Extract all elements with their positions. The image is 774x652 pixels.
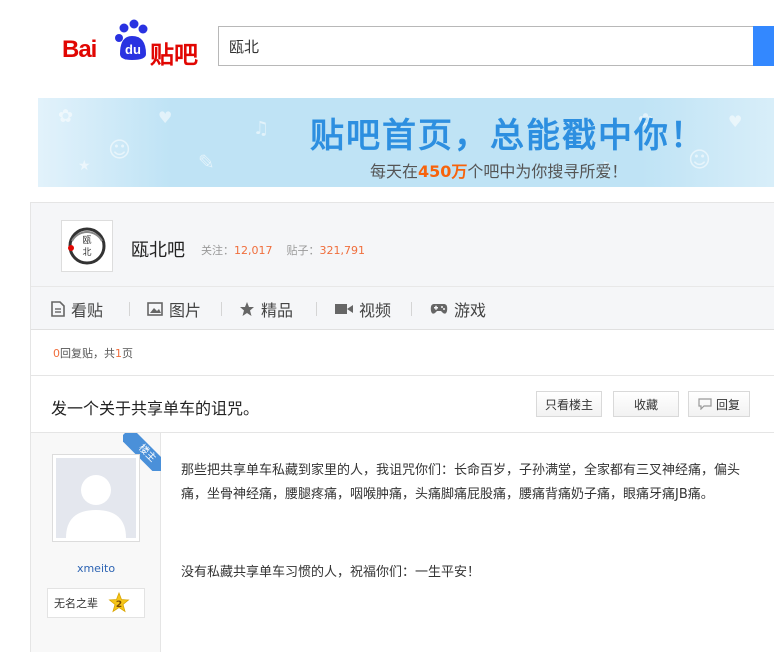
reply-label: 回复贴，共 bbox=[60, 347, 115, 360]
author-column: 楼主 xmeito 无名之辈 2 bbox=[31, 433, 161, 652]
forum-name[interactable]: 瓯北吧 bbox=[131, 236, 185, 262]
document-icon bbox=[51, 301, 65, 317]
baidu-tieba-logo[interactable]: Bai du 贴吧 bbox=[62, 18, 202, 69]
reply-button-label: 回复 bbox=[715, 397, 740, 412]
tab-label: 视频 bbox=[359, 301, 392, 320]
banner-deco-icon: ☺ bbox=[108, 138, 131, 163]
post-paragraph: 没有私藏共享单车习惯的人，祝福你们：一生平安！ bbox=[181, 565, 481, 580]
post-content: 那些把共享单车私藏到家里的人，我诅咒你们：长命百岁，子孙满堂，全家都有三叉神经痛… bbox=[181, 459, 751, 639]
reply-button[interactable]: 回复 bbox=[688, 391, 750, 417]
forum-logo-icon: 瓯 北 bbox=[68, 227, 106, 265]
banner-deco-icon: ♥ bbox=[728, 112, 743, 131]
thread-title-bar: 发一个关于共享单车的诅咒。 只看楼主 收藏 回复 bbox=[31, 375, 774, 433]
svg-text:北: 北 bbox=[82, 247, 91, 258]
tab-label: 游戏 bbox=[454, 301, 487, 320]
forum-nav: 看贴 图片 精品 视频 游戏 bbox=[31, 286, 774, 330]
tab-label: 精品 bbox=[261, 301, 294, 320]
forum-card: 瓯 北 瓯北吧 关注：12,017 贴子：321,791 看贴 图片 精品 视频 bbox=[30, 202, 774, 652]
follow-label: 关注： bbox=[201, 244, 234, 257]
default-avatar-icon bbox=[66, 475, 126, 538]
tab-kantie[interactable]: 看贴 bbox=[51, 287, 103, 331]
svg-text:du: du bbox=[125, 42, 141, 57]
paw-icon: du bbox=[115, 19, 148, 60]
follow-count: 12,017 bbox=[234, 244, 273, 257]
tab-games[interactable]: 游戏 bbox=[430, 287, 486, 331]
username[interactable]: xmeito bbox=[31, 562, 161, 575]
tab-featured[interactable]: 精品 bbox=[239, 287, 293, 331]
banner-subtitle: 每天在450万个吧中为你搜寻所爱！ bbox=[370, 158, 627, 182]
banner-deco-icon: ♫ bbox=[253, 118, 270, 139]
banner-deco-icon: ★ bbox=[78, 158, 91, 174]
tab-label: 看贴 bbox=[71, 301, 104, 320]
svg-text:2: 2 bbox=[116, 600, 122, 610]
banner-deco-icon: ✎ bbox=[198, 150, 215, 174]
gamepad-icon bbox=[430, 304, 448, 314]
forum-stats: 关注：12,017 贴子：321,791 bbox=[201, 242, 365, 258]
collect-button[interactable]: 收藏 bbox=[613, 391, 679, 417]
forum-avatar[interactable]: 瓯 北 bbox=[61, 220, 113, 272]
logo-tieba-text: 贴吧 bbox=[150, 41, 198, 69]
banner-deco-icon: ♥ bbox=[158, 108, 173, 127]
reply-count: 0回复贴，共1页 bbox=[53, 345, 133, 361]
promo-banner[interactable]: ✿ ☺ ♥ ✎ ♫ ★ ✿ ☺ ♥ ♫ 贴吧首页，总能戳中你！ 每天在450万个… bbox=[38, 98, 774, 187]
search-input[interactable] bbox=[218, 26, 758, 66]
logo-bai-text: Bai bbox=[62, 36, 97, 63]
thread-title: 发一个关于共享单车的诅咒。 bbox=[51, 399, 260, 418]
banner-sub-number: 450万 bbox=[418, 162, 468, 181]
posts-count: 321,791 bbox=[319, 244, 366, 257]
level-icon: 2 bbox=[108, 592, 130, 613]
svg-text:瓯: 瓯 bbox=[82, 235, 91, 246]
star-icon bbox=[240, 302, 254, 316]
reply-number: 0 bbox=[53, 347, 60, 360]
only-author-button[interactable]: 只看楼主 bbox=[536, 391, 602, 417]
video-icon bbox=[335, 304, 353, 314]
page-label: 页 bbox=[122, 347, 133, 360]
image-icon bbox=[147, 302, 163, 316]
tab-images[interactable]: 图片 bbox=[147, 287, 201, 331]
tab-video[interactable]: 视频 bbox=[335, 287, 391, 331]
user-level-badge[interactable]: 无名之辈 2 bbox=[47, 588, 145, 618]
tab-label: 图片 bbox=[169, 301, 202, 320]
search-button[interactable] bbox=[753, 26, 774, 66]
banner-sub-prefix: 每天在 bbox=[370, 162, 419, 181]
post: 楼主 xmeito 无名之辈 2 那些把共享单车私藏到家里的人，我诅咒你们：长命… bbox=[31, 433, 774, 652]
page-number: 1 bbox=[115, 347, 122, 360]
avatar[interactable] bbox=[52, 454, 140, 542]
level-title: 无名之辈 bbox=[54, 597, 98, 610]
forum-header: 瓯 北 瓯北吧 关注：12,017 贴子：321,791 bbox=[31, 202, 774, 286]
header: Bai du 贴吧 bbox=[0, 0, 774, 90]
comment-icon bbox=[698, 398, 712, 410]
banner-deco-icon: ✿ bbox=[58, 106, 74, 127]
posts-label: 贴子： bbox=[286, 244, 320, 257]
post-paragraph: 那些把共享单车私藏到家里的人，我诅咒你们：长命百岁，子孙满堂，全家都有三叉神经痛… bbox=[181, 463, 741, 502]
banner-title: 贴吧首页，总能戳中你！ bbox=[310, 116, 706, 156]
banner-sub-suffix: 个吧中为你搜寻所爱！ bbox=[467, 162, 628, 181]
